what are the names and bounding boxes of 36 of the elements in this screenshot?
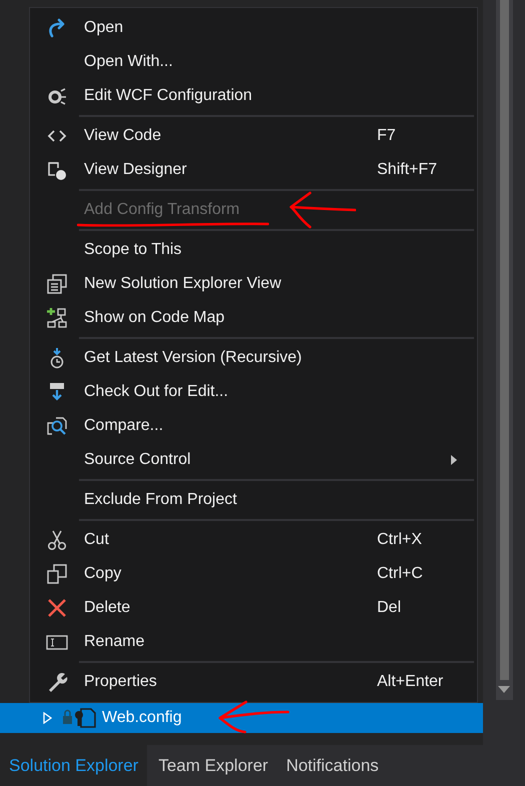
scissors-icon (46, 529, 68, 551)
scrollbar-thumb[interactable] (500, 0, 508, 680)
menu-item[interactable]: Properties Alt+Enter (30, 665, 477, 699)
designer-icon (46, 159, 68, 181)
menu-item[interactable]: Delete Del (30, 591, 477, 625)
menu-item[interactable]: Source Control (30, 443, 477, 477)
menu-item[interactable]: Scope to This (30, 233, 477, 267)
scroll-down-icon[interactable] (498, 686, 510, 694)
menu-item[interactable]: New Solution Explorer View (30, 267, 477, 301)
menu-item[interactable]: View Designer Shift+F7 (30, 153, 477, 187)
file-name: Web.config (102, 708, 182, 728)
scrollbar[interactable] (483, 0, 525, 745)
menu-item[interactable]: Cut Ctrl+X (30, 523, 477, 557)
locked-config-file-icon (62, 707, 96, 729)
menu-item[interactable]: Show on Code Map (30, 301, 477, 335)
menu-item[interactable]: Edit WCF Configuration (30, 79, 477, 113)
menu-item[interactable]: Check Out for Edit... (30, 375, 477, 409)
menu-item[interactable]: Compare... (30, 409, 477, 443)
menu-item[interactable]: Open (30, 11, 477, 45)
menu-item[interactable]: Get Latest Version (Recursive) (30, 341, 477, 375)
menu-item[interactable]: Rename (30, 625, 477, 659)
menu-item[interactable]: Exclude From Project (30, 483, 477, 517)
document-search-icon (46, 415, 68, 437)
menu-item[interactable]: Open With... (30, 45, 477, 79)
panel-tab[interactable]: Notifications (277, 745, 388, 786)
menu-item[interactable]: View Code F7 (30, 119, 477, 153)
panel-tab[interactable]: Solution Explorer (0, 745, 148, 786)
expand-arrow-icon[interactable] (43, 712, 52, 724)
copy-icon (46, 563, 68, 585)
menu-item[interactable]: Copy Ctrl+C (30, 557, 477, 591)
cross-icon (46, 597, 68, 619)
hierarchy-icon (46, 307, 68, 329)
tree-item[interactable]: Web.config (0, 703, 483, 733)
panel-tab[interactable]: Team Explorer (149, 745, 278, 786)
windows-icon (46, 273, 68, 295)
annotation-arrow (288, 191, 356, 229)
